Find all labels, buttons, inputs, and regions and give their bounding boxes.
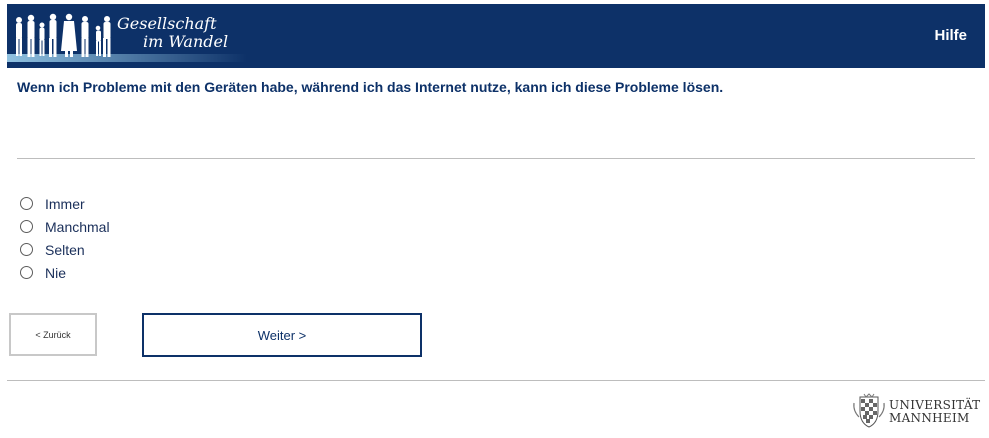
next-button[interactable]: Weiter > [142, 313, 422, 357]
option-manchmal[interactable]: Manchmal [20, 215, 110, 238]
university-line-2: MANNHEIM [889, 411, 970, 425]
university-name: UNIVERSITÄT MANNHEIM [889, 399, 980, 425]
logo-line-2: im Wandel [143, 32, 229, 51]
crest-icon [853, 393, 885, 428]
university-mannheim-logo: UNIVERSITÄT MANNHEIM [852, 393, 987, 433]
radio-button[interactable] [20, 197, 33, 210]
header-bar: Gesellschaft im Wandel Hilfe [7, 4, 985, 68]
question-text: Wenn ich Probleme mit den Geräten habe, … [17, 79, 724, 95]
gesellschaft-im-wandel-logo: Gesellschaft im Wandel [7, 4, 267, 68]
radio-button[interactable] [20, 266, 33, 279]
option-label: Nie [45, 264, 67, 281]
divider [7, 380, 985, 381]
logo-text: Gesellschaft im Wandel [117, 15, 228, 51]
answer-options: Immer Manchmal Selten Nie [20, 192, 110, 284]
back-button[interactable]: < Zurück [9, 313, 97, 356]
logo-line-1: Gesellschaft [117, 14, 217, 33]
option-immer[interactable]: Immer [20, 192, 110, 215]
divider [17, 158, 975, 159]
option-label: Manchmal [45, 218, 110, 235]
option-label: Selten [45, 241, 85, 258]
option-label: Immer [45, 195, 85, 212]
radio-button[interactable] [20, 243, 33, 256]
option-nie[interactable]: Nie [20, 261, 110, 284]
radio-button[interactable] [20, 220, 33, 233]
option-selten[interactable]: Selten [20, 238, 110, 261]
help-link[interactable]: Hilfe [934, 27, 967, 44]
